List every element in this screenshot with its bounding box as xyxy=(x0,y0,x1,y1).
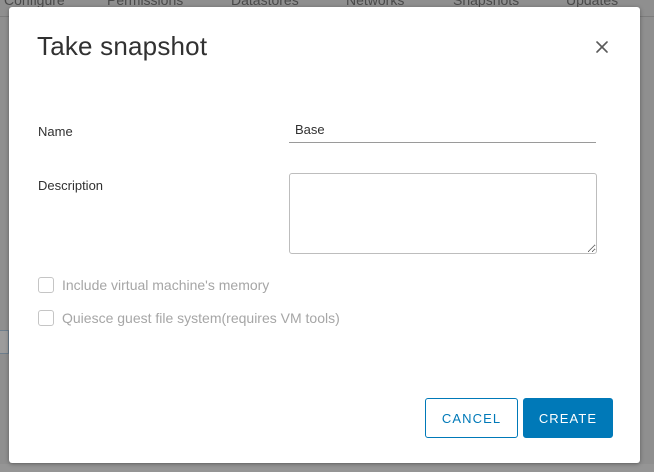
dialog-title: Take snapshot xyxy=(37,31,208,61)
include-memory-checkbox[interactable] xyxy=(38,277,54,293)
close-icon xyxy=(596,41,608,53)
description-label: Description xyxy=(38,178,104,193)
background-button-fragment xyxy=(0,330,9,354)
quiesce-option[interactable]: Quiesce guest file system(requires VM to… xyxy=(38,310,340,326)
include-memory-option[interactable]: Include virtual machine's memory xyxy=(38,277,269,293)
quiesce-checkbox[interactable] xyxy=(38,310,54,326)
background-footer xyxy=(0,464,654,472)
take-snapshot-dialog: Take snapshot Name Description Include v… xyxy=(9,7,640,463)
name-input[interactable] xyxy=(289,117,596,143)
name-label: Name xyxy=(38,124,73,139)
create-button[interactable]: CREATE xyxy=(523,398,613,438)
quiesce-label: Quiesce guest file system(requires VM to… xyxy=(62,310,340,326)
description-textarea[interactable] xyxy=(289,173,597,254)
include-memory-label: Include virtual machine's memory xyxy=(62,277,270,293)
close-button[interactable] xyxy=(593,38,611,56)
cancel-button[interactable]: CANCEL xyxy=(425,398,518,438)
